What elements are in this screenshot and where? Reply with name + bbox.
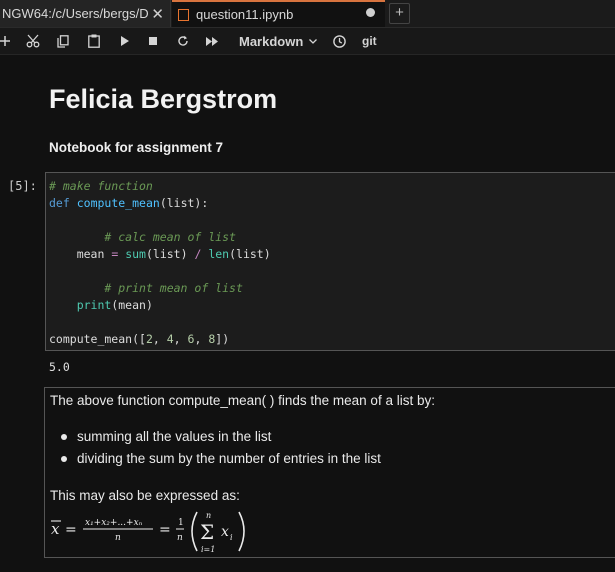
clock-icon[interactable] [333,28,346,54]
paste-icon[interactable] [88,28,100,54]
formula-denominator: n [115,533,121,543]
list-item: dividing the sum by the number of entrie… [59,450,381,472]
code-line: # make function [49,179,153,193]
code-line: # calc mean of list [76,230,236,244]
fast-forward-icon[interactable] [206,28,218,54]
cell-type-label: Markdown [239,33,304,49]
markdown-cell[interactable]: The above function compute_mean( ) finds… [44,387,615,558]
git-label: git [362,34,377,48]
formula-sum-upper: n [206,511,211,520]
formula-equals: = [159,522,171,538]
new-tab-button[interactable]: + [389,3,410,24]
subtitle: Notebook for assignment 7 [49,140,224,155]
chevron-down-icon [309,38,318,44]
formula-sum-lower: i=1 [201,545,215,554]
bullet-list: summing all the values in the list divid… [59,428,381,472]
run-icon[interactable] [121,28,129,54]
markdown-paragraph: This may also be expressed as: [50,488,240,503]
stop-icon[interactable] [149,28,157,54]
list-item: summing all the values in the list [59,428,381,450]
markdown-paragraph: The above function compute_mean( ) finds… [50,393,435,408]
notebook-icon [178,8,189,21]
formula-sigma: Σ [200,520,214,544]
code-cell[interactable]: # make function def compute_mean(list): … [45,172,615,351]
restart-icon[interactable] [177,28,189,54]
tab-label: NGW64:/c/Users/bergs/De [2,6,149,21]
execution-count: [5]: [8,179,37,193]
formula-frac-num: 1 [178,518,184,528]
git-icon[interactable]: git [362,28,377,54]
code-line: print(mean) [76,298,153,312]
formula-xbar: x [51,520,60,538]
code-line: def compute_mean(list): [49,196,209,210]
unsaved-indicator-icon[interactable] [366,8,375,17]
formula-equals: = [65,522,77,538]
mean-formula: x = x₁+x₂+...+xₙ n = 1 n n Σ i=1 x i [51,511,245,554]
tab-label: question11.ipynb [196,7,294,22]
code-line: # print mean of list [76,281,243,295]
cut-icon[interactable] [26,28,40,54]
code-line: mean = sum(list) / len(list) [49,247,271,261]
code-editor[interactable]: # make function def compute_mean(list): … [49,178,271,348]
cell-output: 5.0 [49,360,70,374]
code-line: compute_mean([2, 4, 6, 8]) [49,332,230,346]
formula-summand: x [221,524,229,540]
formula-frac-den: n [177,533,183,543]
formula-numerator: x₁+x₂+...+xₙ [85,518,143,528]
tab-terminal[interactable]: NGW64:/c/Users/bergs/De ✕ [0,0,171,27]
cell-type-select[interactable]: Markdown [239,28,318,54]
tab-bar: NGW64:/c/Users/bergs/De ✕ question11.ipy… [0,0,615,28]
notebook-toolbar: Markdown git [0,28,615,55]
page-title: Felicia Bergstrom [49,84,278,114]
add-cell-icon[interactable] [0,28,10,54]
close-icon[interactable]: ✕ [151,5,164,23]
tab-notebook[interactable]: question11.ipynb [172,0,385,27]
formula-summand-sub: i [230,533,233,542]
copy-icon[interactable] [57,28,69,54]
